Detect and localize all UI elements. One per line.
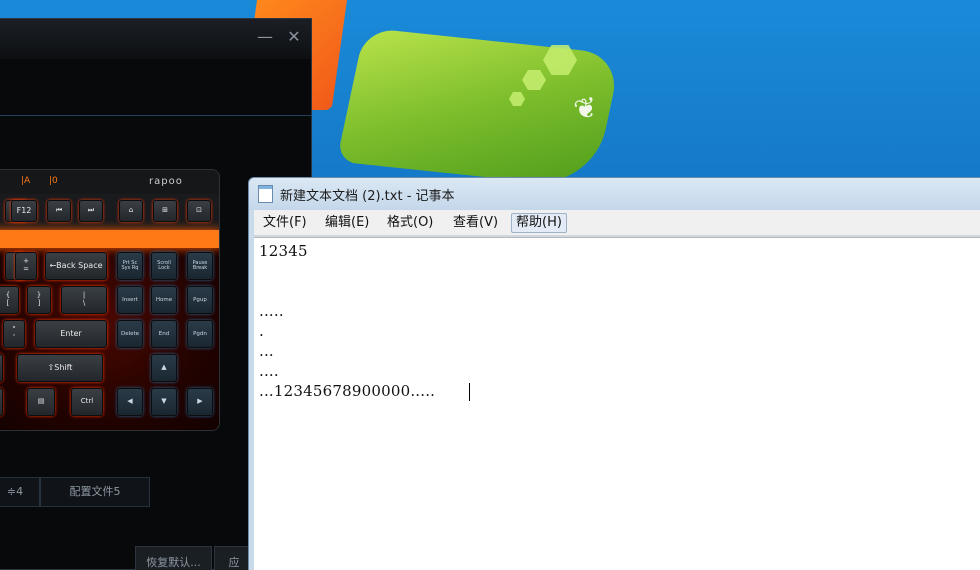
- key-win-lock[interactable]: ⊞: [153, 200, 177, 222]
- text-line-8: ...12345678900000.....: [259, 382, 436, 400]
- panel-divider: [0, 115, 312, 116]
- menu-help[interactable]: 帮助(H): [511, 213, 567, 233]
- keyboard-preview: |A |0 rapoo F12 ⏮ ⏭ ⌂ ⊞ ⊡ + = ←Back Spac…: [0, 169, 220, 431]
- text-line-7: ....: [259, 362, 279, 380]
- key-fn[interactable]: [0, 388, 3, 416]
- notepad-menubar: 文件(F) 编辑(E) 格式(O) 查看(V) 帮助(H): [254, 210, 980, 236]
- key-f12[interactable]: F12: [11, 200, 37, 222]
- key-arrow-right[interactable]: ▶: [187, 388, 213, 416]
- key-quote[interactable]: " ': [3, 320, 25, 348]
- key-pause[interactable]: Pause Break: [187, 252, 213, 280]
- caps-lock-indicator: |A: [21, 176, 31, 186]
- menu-view[interactable]: 查看(V): [449, 213, 502, 233]
- key-left-bracket[interactable]: { [: [0, 286, 19, 314]
- key-enter[interactable]: Enter: [35, 320, 107, 348]
- menu-format[interactable]: 格式(O): [383, 213, 437, 233]
- text-line-4: .....: [259, 302, 284, 320]
- text-caret: [469, 383, 470, 401]
- key-scroll-lock[interactable]: Scroll Lock: [151, 252, 177, 280]
- text-line-6: ...: [259, 342, 274, 360]
- key-print-screen[interactable]: Prt Sc Sys Rq: [117, 252, 143, 280]
- keyboard-top-bar: |A |0 rapoo: [0, 170, 219, 194]
- key-arrow-left[interactable]: ◀: [117, 388, 143, 416]
- key-menu[interactable]: ▤: [27, 388, 55, 416]
- text-line-1: 12345: [259, 242, 308, 260]
- key-delete[interactable]: Delete: [117, 320, 143, 348]
- menu-file[interactable]: 文件(F): [259, 213, 311, 233]
- key-right-shift[interactable]: ⇧Shift: [17, 354, 103, 382]
- notepad-app-icon: [258, 185, 273, 203]
- profile-tab-4[interactable]: ≑4: [0, 477, 40, 507]
- keyboard-highlight-row: [0, 230, 219, 248]
- rapoo-logo: rapoo: [149, 176, 183, 187]
- key-home[interactable]: Home: [151, 286, 177, 314]
- key-fn-mode[interactable]: ⊡: [187, 200, 211, 222]
- restore-defaults-button[interactable]: 恢复默认...: [135, 546, 212, 570]
- key-insert[interactable]: Insert: [117, 286, 143, 314]
- key-right-bracket[interactable]: } ]: [27, 286, 51, 314]
- key-equals[interactable]: + =: [15, 252, 37, 280]
- key-page-up[interactable]: Pgup: [187, 286, 213, 314]
- key-backslash[interactable]: | \: [61, 286, 107, 314]
- notepad-text-area[interactable]: 12345 ..... . ... .... ...12345678900000…: [254, 237, 980, 570]
- notepad-window: 新建文本文档 (2).txt - 记事本 文件(F) 编辑(E) 格式(O) 查…: [248, 177, 980, 570]
- key-arrow-up[interactable]: ▲: [151, 354, 177, 382]
- key-ctrl[interactable]: Ctrl: [71, 388, 103, 416]
- profile-tab-5[interactable]: 配置文件5: [40, 477, 150, 507]
- notepad-title: 新建文本文档 (2).txt - 记事本: [280, 189, 455, 204]
- notepad-titlebar[interactable]: 新建文本文档 (2).txt - 记事本: [249, 178, 980, 210]
- rapoo-titlebar: — ✕: [0, 19, 311, 59]
- key-end[interactable]: End: [151, 320, 177, 348]
- close-icon[interactable]: ✕: [283, 27, 305, 47]
- key-page-down[interactable]: Pgdn: [187, 320, 213, 348]
- key-arrow-down[interactable]: ▼: [151, 388, 177, 416]
- key-slash[interactable]: [0, 354, 3, 382]
- text-line-5: .: [259, 322, 264, 340]
- key-backspace[interactable]: ←Back Space: [45, 252, 107, 280]
- menu-edit[interactable]: 编辑(E): [321, 213, 373, 233]
- key-media-next[interactable]: ⏭: [79, 200, 103, 222]
- minimize-icon[interactable]: —: [254, 27, 276, 47]
- key-lock[interactable]: ⌂: [119, 200, 143, 222]
- num-lock-indicator: |0: [49, 176, 58, 186]
- key-media-prev[interactable]: ⏮: [47, 200, 71, 222]
